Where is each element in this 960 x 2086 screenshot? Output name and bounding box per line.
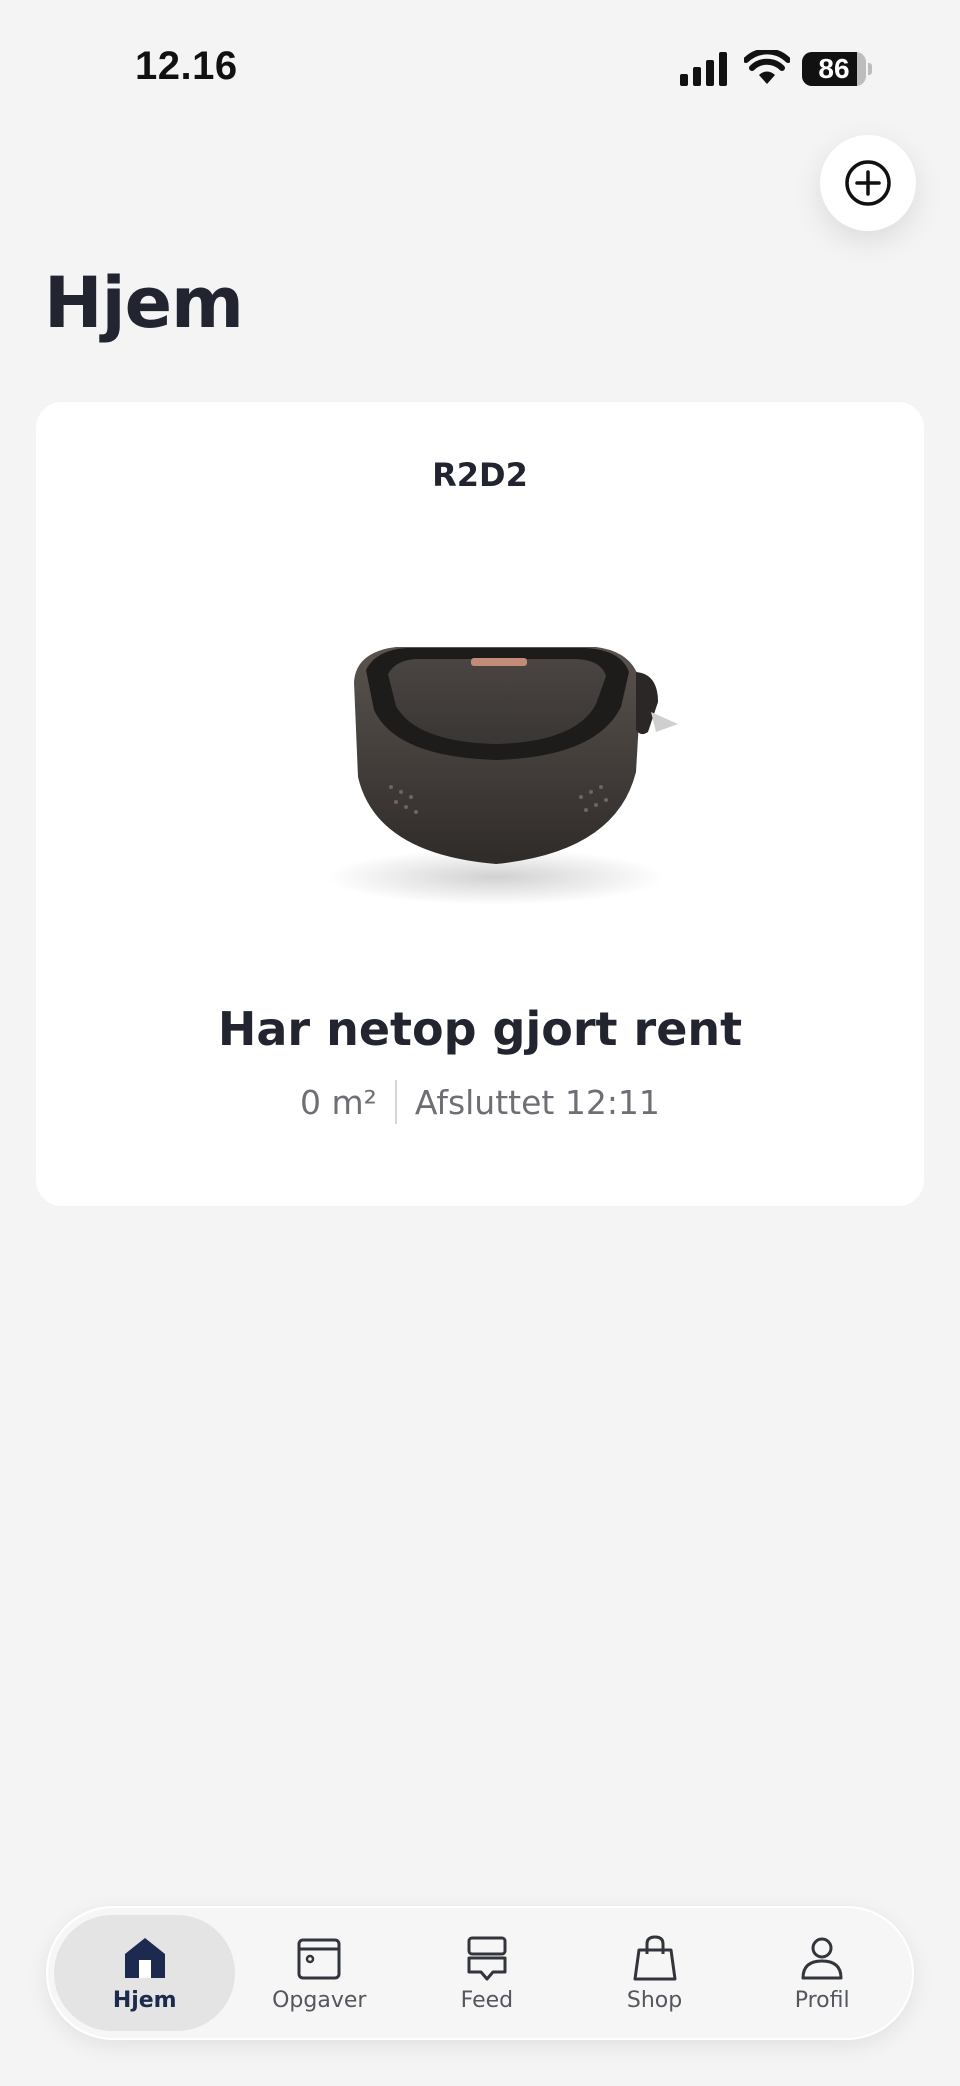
home-icon (124, 1937, 165, 1978)
device-card[interactable]: R2D2 Har netop gjort rent 0 m² Afsluttet… (36, 402, 924, 1206)
profile-icon (801, 1937, 843, 1979)
plus-circle-icon (845, 160, 891, 206)
battery-indicator: 86 (802, 52, 872, 86)
feed-icon (467, 1936, 507, 1980)
tab-label: Shop (626, 1987, 683, 2013)
home-screen: 12.16 86 Hjem R2D2 Har netop gjort rent … (0, 0, 960, 2086)
tab-label: Feed (460, 1987, 514, 2013)
tab-opgaver[interactable]: Opgaver (235, 1915, 403, 2031)
tab-label: Profil (794, 1987, 850, 2013)
robot-status: Har netop gjort rent (217, 1002, 743, 1056)
meta-divider (394, 1080, 397, 1124)
cleaned-area: 0 m² (300, 1082, 377, 1122)
device-name: R2D2 (432, 456, 528, 494)
shopping-bag-icon (633, 1934, 677, 1980)
tab-bar: Hjem Opgaver Feed Shop Profil (46, 1906, 914, 2040)
robot-meta: 0 m² Afsluttet 12:11 (36, 1080, 924, 1124)
tab-profil[interactable]: Profil (738, 1915, 906, 2031)
tab-feed[interactable]: Feed (403, 1915, 571, 2031)
tab-label: Opgaver (272, 1987, 367, 2013)
calendar-icon (297, 1938, 341, 1979)
wifi-icon (744, 50, 790, 84)
robot-vacuum-image (326, 647, 678, 905)
finished-time: Afsluttet 12:11 (414, 1082, 660, 1122)
add-device-button[interactable] (820, 135, 916, 231)
cellular-signal-icon (680, 52, 727, 86)
status-time: 12.16 (135, 44, 238, 88)
tab-shop[interactable]: Shop (571, 1915, 739, 2031)
battery-level: 86 (818, 53, 850, 84)
tab-hjem[interactable]: Hjem (54, 1915, 236, 2031)
page-title: Hjem (44, 262, 244, 344)
tab-label: Hjem (112, 1987, 177, 2013)
status-bar: 12.16 86 (0, 0, 960, 140)
